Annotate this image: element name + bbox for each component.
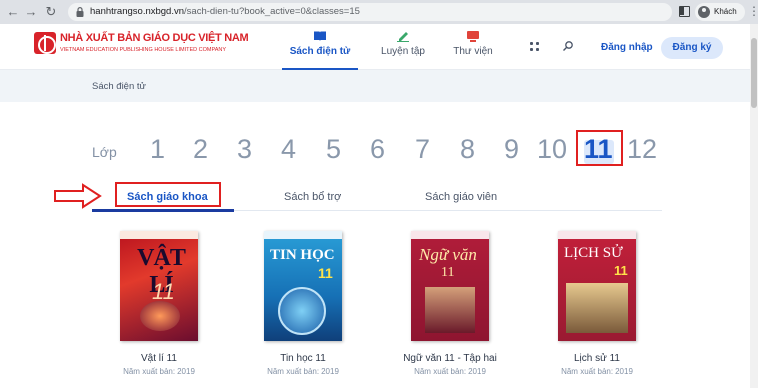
cover-top-band xyxy=(120,231,198,239)
cover-art xyxy=(278,287,326,335)
tab-teacher-books[interactable]: Sách giáo viên xyxy=(425,191,497,203)
login-link[interactable]: Đăng nhập xyxy=(601,42,653,53)
library-icon xyxy=(467,31,479,42)
book-title[interactable]: Lịch sử 11 xyxy=(527,353,667,364)
cover-art xyxy=(425,287,475,333)
book-title[interactable]: Tin học 11 xyxy=(233,353,373,364)
pencil-icon xyxy=(397,32,409,42)
book-cover[interactable]: VẬT LÍ 11 xyxy=(120,231,198,341)
tab-active-indicator xyxy=(92,209,234,212)
book-year-label: Năm xuất bản: xyxy=(561,367,614,376)
profile-button[interactable]: Khách xyxy=(695,3,745,21)
cover-title: Ngữ văn xyxy=(419,245,477,264)
book-card[interactable]: Ngữ văn 11 Ngữ văn 11 - Tập hai Năm xuất… xyxy=(380,231,520,376)
apps-grid-icon[interactable] xyxy=(530,42,540,52)
book-year-label: Năm xuất bản: xyxy=(414,367,467,376)
browser-toolbar: ← → ↻ hanhtrangso.nxbgd.vn/sach-dien-tu?… xyxy=(0,0,758,24)
book-cover[interactable]: TIN HỌC 11 xyxy=(264,231,342,341)
book-year: Năm xuất bản: 2019 xyxy=(233,367,373,376)
cover-number: 11 xyxy=(318,265,333,281)
book-year: Năm xuất bản: 2019 xyxy=(89,367,229,376)
nav-ebooks-label: Sách điện tử xyxy=(289,46,351,57)
register-button[interactable]: Đăng ký xyxy=(661,37,723,59)
site-header: NHÀ XUẤT BẢN GIÁO DỤC VIỆT NAM VIETNAM E… xyxy=(0,24,750,70)
annotation-highlight-box xyxy=(115,182,221,207)
nav-library-label: Thư viện xyxy=(453,46,493,57)
page-scrollbar[interactable] xyxy=(750,24,758,388)
annotation-arrow-icon xyxy=(54,183,102,209)
cover-art xyxy=(566,283,628,333)
book-year: Năm xuất bản: 2019 xyxy=(380,367,520,376)
nav-practice[interactable]: Luyện tập xyxy=(374,30,432,57)
book-card[interactable]: LỊCH SỬ 11 Lịch sử 11 Năm xuất bản: 2019 xyxy=(527,231,667,376)
avatar-icon xyxy=(698,6,710,18)
nav-ebooks[interactable]: Sách điện tử xyxy=(283,30,357,57)
scrollbar-thumb[interactable] xyxy=(751,38,757,108)
book-year-value: 2019 xyxy=(615,367,633,376)
cover-title: LỊCH SỬ xyxy=(564,245,623,261)
book-open-icon xyxy=(314,31,326,41)
search-icon[interactable] xyxy=(562,40,574,52)
back-arrow-icon[interactable]: ← xyxy=(4,3,22,21)
cover-title: TIN HỌC xyxy=(270,247,335,263)
nav-practice-label: Luyện tập xyxy=(381,46,425,57)
book-title[interactable]: Ngữ văn 11 - Tập hai xyxy=(380,353,520,364)
grade-item[interactable]: 6 xyxy=(370,134,385,165)
tab-supplementary[interactable]: Sách bổ trợ xyxy=(284,191,341,203)
cover-number: 11 xyxy=(441,265,455,280)
book-year-value: 2019 xyxy=(468,367,486,376)
book-card[interactable]: VẬT LÍ 11 Vật lí 11 Năm xuất bản: 2019 xyxy=(89,231,229,376)
breadcrumb[interactable]: Sách điện tử xyxy=(92,81,146,92)
address-bar[interactable]: hanhtrangso.nxbgd.vn/sach-dien-tu?book_a… xyxy=(68,3,672,21)
annotation-highlight-box xyxy=(576,130,623,166)
grade-label: Lớp xyxy=(92,144,117,160)
profile-label: Khách xyxy=(714,7,737,16)
grade-item[interactable]: 7 xyxy=(415,134,430,165)
book-year-label: Năm xuất bản: xyxy=(123,367,176,376)
grade-item[interactable]: 9 xyxy=(504,134,519,165)
grade-item[interactable]: 5 xyxy=(326,134,341,165)
cover-top-band xyxy=(264,231,342,239)
forward-arrow-icon[interactable]: → xyxy=(22,3,40,21)
cover-number: 11 xyxy=(614,263,628,278)
nav-library[interactable]: Thư viện xyxy=(446,30,500,57)
cover-top-band xyxy=(411,231,489,239)
tab-search-icon[interactable] xyxy=(679,6,690,17)
grade-item[interactable]: 1 xyxy=(150,134,165,165)
url-path: /sach-dien-tu?book_active=0&classes=15 xyxy=(184,6,360,17)
book-year: Năm xuất bản: 2019 xyxy=(527,367,667,376)
book-cover[interactable]: LỊCH SỬ 11 xyxy=(558,231,636,341)
grade-item[interactable]: 8 xyxy=(460,134,475,165)
more-menu-icon[interactable]: ⋮ xyxy=(748,4,758,18)
grade-item[interactable]: 12 xyxy=(627,134,657,165)
url-text: hanhtrangso.nxbgd.vn/sach-dien-tu?book_a… xyxy=(90,6,360,17)
grade-item[interactable]: 3 xyxy=(237,134,252,165)
grade-item[interactable]: 4 xyxy=(281,134,296,165)
cover-art xyxy=(140,301,180,331)
logo-subtitle: VIETNAM EDUCATION PUBLISHING HOUSE LIMIT… xyxy=(60,47,227,53)
logo-title[interactable]: NHÀ XUẤT BẢN GIÁO DỤC VIỆT NAM xyxy=(60,32,249,44)
book-year-value: 2019 xyxy=(177,367,195,376)
book-year-value: 2019 xyxy=(321,367,339,376)
book-cover[interactable]: Ngữ văn 11 xyxy=(411,231,489,341)
book-year-label: Năm xuất bản: xyxy=(267,367,320,376)
book-title[interactable]: Vật lí 11 xyxy=(89,353,229,364)
cover-top-band xyxy=(558,231,636,239)
publisher-logo-icon[interactable] xyxy=(34,32,56,54)
reload-icon[interactable]: ↻ xyxy=(42,3,60,21)
grade-item[interactable]: 2 xyxy=(193,134,208,165)
breadcrumb-bar: Sách điện tử xyxy=(0,70,750,102)
book-card[interactable]: TIN HỌC 11 Tin học 11 Năm xuất bản: 2019 xyxy=(233,231,373,376)
grade-item[interactable]: 10 xyxy=(537,134,567,165)
url-host: hanhtrangso.nxbgd.vn xyxy=(90,6,185,17)
lock-icon xyxy=(76,7,84,17)
